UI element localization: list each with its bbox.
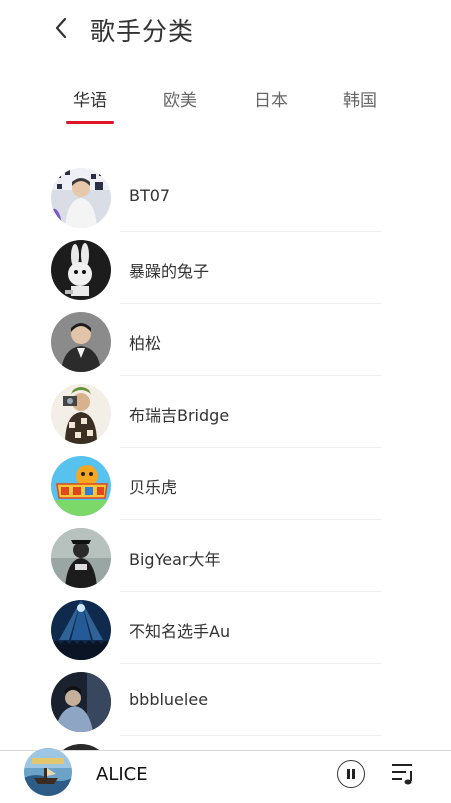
tab-korea[interactable]: 韩国 (343, 86, 377, 111)
category-tabs: 华语 欧美 日本 韩国 (0, 84, 451, 128)
page-title: 歌手分类 (90, 17, 195, 46)
artist-name: bbbluelee (129, 690, 209, 709)
player-album-cover[interactable] (24, 748, 72, 796)
chevron-left-icon (55, 17, 67, 39)
header: 歌手分类 (0, 0, 451, 56)
active-tab-indicator (66, 121, 114, 124)
artist-avatar (51, 528, 111, 588)
player-song-title: ALICE (96, 764, 148, 785)
artist-name: BT07 (129, 186, 171, 205)
back-button[interactable] (48, 14, 74, 42)
artist-name: 贝乐虎 (129, 478, 178, 497)
tab-western[interactable]: 欧美 (163, 86, 197, 111)
app-root: 歌手分类 华语 欧美 日本 韩国 BT07 暴躁的兔子 柏松 布瑞吉Bridge… (0, 0, 451, 803)
pause-button[interactable] (337, 760, 365, 788)
artist-name: 不知名选手Au (129, 622, 231, 641)
artist-avatar (51, 456, 111, 516)
artist-avatar (51, 168, 111, 228)
artist-row[interactable]: BT07 (0, 160, 451, 232)
artist-name: 暴躁的兔子 (129, 262, 210, 281)
pause-icon (347, 769, 355, 779)
mini-player[interactable]: ALICE (0, 748, 451, 803)
tab-japan[interactable]: 日本 (254, 86, 288, 111)
artist-avatar (51, 672, 111, 732)
artist-avatar (51, 384, 111, 444)
artist-row[interactable]: BigYear大年 (0, 520, 451, 592)
artist-row[interactable]: bbbluelee (0, 664, 451, 736)
artist-avatar (51, 312, 111, 372)
artist-row[interactable]: 布瑞吉Bridge (0, 376, 451, 448)
playlist-icon (392, 764, 412, 785)
playlist-button[interactable] (390, 761, 416, 787)
artist-row[interactable]: 不知名选手Au (0, 592, 451, 664)
tab-chinese[interactable]: 华语 (73, 86, 107, 111)
artist-name: 柏松 (129, 334, 162, 353)
artist-row[interactable]: 贝乐虎 (0, 448, 451, 520)
artist-row[interactable]: 柏松 (0, 304, 451, 376)
artist-avatar (51, 240, 111, 300)
artist-name: 布瑞吉Bridge (129, 406, 230, 425)
artist-avatar (51, 600, 111, 660)
artist-row[interactable]: 暴躁的兔子 (0, 232, 451, 304)
artist-name: BigYear大年 (129, 550, 221, 569)
